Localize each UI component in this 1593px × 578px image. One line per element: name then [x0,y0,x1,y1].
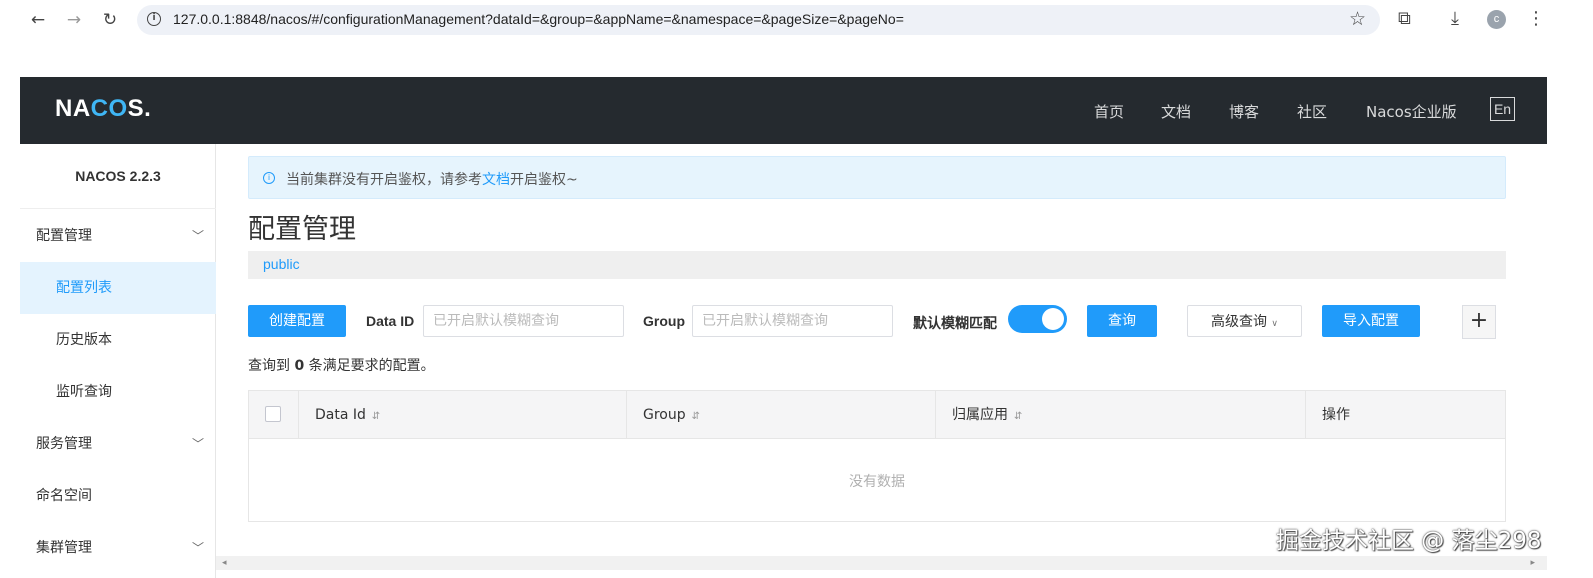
version-label: NACOS 2.2.3 [75,168,161,184]
import-config-button[interactable]: 导入配置 [1322,305,1420,337]
sidebar-item-service-management[interactable]: 服务管理 ﹀ [20,418,216,470]
chevron-down-icon: ∨ [1271,319,1279,329]
sidebar-item-namespace[interactable]: 命名空间 [20,470,216,522]
site-info-icon[interactable]: i [147,12,161,26]
sort-icon[interactable]: ⇵ [1014,411,1022,422]
column-group[interactable]: Group ⇵ [627,391,936,439]
horizontal-scrollbar[interactable]: ◂ ▸ [216,556,1547,570]
empty-state-text: 没有数据 [849,474,905,490]
scroll-left-icon[interactable]: ◂ [222,556,227,570]
nav-docs[interactable]: 文档 [1161,101,1191,122]
menu-kebab-icon[interactable]: ⋮ [1527,8,1545,29]
nav-home[interactable]: 首页 [1094,101,1124,122]
nav-community[interactable]: 社区 [1297,101,1327,122]
address-bar[interactable]: i 127.0.0.1:8848/nacos/#/configurationMa… [137,5,1380,35]
chevron-down-icon: ﹀ [191,437,204,451]
url-text[interactable]: 127.0.0.1:8848/nacos/#/configurationMana… [173,11,904,27]
namespace-bar: public [248,251,1506,279]
data-id-input[interactable]: 已开启默认模糊查询 [423,305,624,337]
extensions-icon[interactable]: ⧉ [1398,8,1411,29]
profile-avatar[interactable]: c [1487,10,1506,29]
sidebar-item-config-management[interactable]: 配置管理 ﹀ [20,210,216,262]
nav-enterprise[interactable]: Nacos企业版 [1366,101,1457,122]
back-arrow-icon[interactable]: ← [26,8,50,32]
alert-docs-link[interactable]: 文档 [482,172,510,188]
sidebar-item-history[interactable]: 历史版本 [20,314,216,366]
data-id-label: Data ID [366,313,415,329]
advanced-query-button[interactable]: 高级查询 ∨ [1187,305,1302,337]
create-config-button[interactable]: 创建配置 [248,305,346,337]
select-all-cell [249,391,299,439]
toggle-knob [1042,308,1064,330]
nav-blog[interactable]: 博客 [1229,101,1259,122]
chevron-down-icon: ﹀ [191,541,204,555]
nacos-logo[interactable]: NACOS. [55,95,151,123]
namespace-public-link[interactable]: public [263,256,300,272]
browser-toolbar: ← → ↻ i 127.0.0.1:8848/nacos/#/configura… [0,0,1593,40]
select-all-checkbox[interactable] [265,406,281,422]
sidebar-item-listener-query[interactable]: 监听查询 [20,366,216,418]
sidebar-divider [20,208,216,209]
chevron-down-icon: ﹀ [191,229,204,243]
sidebar-item-config-list[interactable]: 配置列表 [20,262,216,314]
column-actions: 操作 [1322,407,1350,423]
language-toggle-button[interactable]: En [1490,97,1515,121]
fuzzy-match-toggle[interactable] [1008,305,1067,333]
bookmark-star-icon[interactable]: ☆ [1349,8,1366,30]
app-header: NACOS. 首页 文档 博客 社区 Nacos企业版 En [20,77,1547,144]
scroll-right-icon[interactable]: ▸ [1530,556,1535,570]
group-label: Group [643,313,685,329]
config-table: Data Id ⇵ Group ⇵ 归属应用 ⇵ 操作 没有数据 [248,390,1506,522]
page-title: 配置管理 [248,214,356,245]
sidebar: NACOS 2.2.3 配置管理 ﹀ 配置列表 历史版本 监听查询 服务管理 ﹀ 命… [20,144,216,578]
alert-text: 当前集群没有开启鉴权，请参考文档开启鉴权~ [286,172,578,188]
column-data-id[interactable]: Data Id ⇵ [299,391,627,439]
forward-arrow-icon[interactable]: → [62,8,86,32]
info-icon: i [263,172,275,184]
plus-button[interactable]: + [1462,305,1496,339]
result-summary: 查询到 0 条满足要求的配置。 [248,358,435,374]
sort-icon[interactable]: ⇵ [692,411,700,422]
auth-alert: i 当前集群没有开启鉴权，请参考文档开启鉴权~ [248,156,1506,199]
watermark: 掘金技术社区 @ 落尘298 [1276,528,1542,554]
fuzzy-match-label: 默认模糊匹配 [913,316,997,332]
reload-icon[interactable]: ↻ [98,8,122,32]
sort-icon[interactable]: ⇵ [372,411,380,422]
group-input[interactable]: 已开启默认模糊查询 [692,305,893,337]
query-button[interactable]: 查询 [1087,305,1157,337]
download-icon[interactable]: ⤓ [1451,8,1459,29]
table-header: Data Id ⇵ Group ⇵ 归属应用 ⇵ 操作 [249,391,1505,439]
column-app[interactable]: 归属应用 ⇵ [936,391,1306,439]
sidebar-item-cluster-management[interactable]: 集群管理 ﹀ [20,522,216,574]
